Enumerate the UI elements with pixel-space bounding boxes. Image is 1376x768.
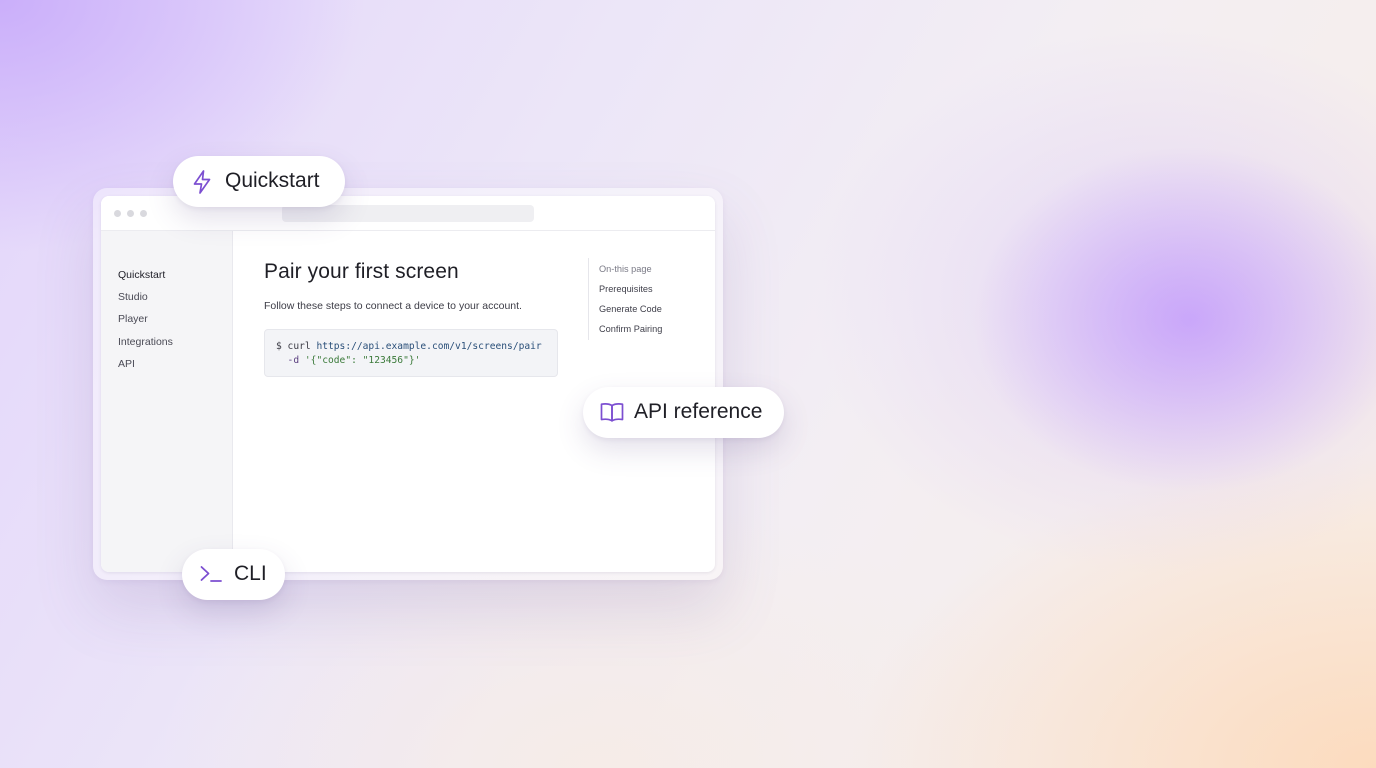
api-reference-pill[interactable]: API reference <box>583 387 784 438</box>
quickstart-pill[interactable]: Quickstart <box>173 156 345 207</box>
window-control-dot[interactable] <box>114 210 121 217</box>
table-of-contents: On-this page Prerequisites Generate Code… <box>588 258 698 340</box>
page-description: Follow these steps to connect a device t… <box>264 300 522 312</box>
sidebar-item-player[interactable]: Player <box>118 312 148 326</box>
toc-heading: On-this page <box>599 264 652 274</box>
browser-window: Quickstart Studio Player Integrations AP… <box>101 196 715 572</box>
page-title: Pair your first screen <box>264 260 459 283</box>
toc-item-prerequisites[interactable]: Prerequisites <box>599 283 653 295</box>
cli-pill[interactable]: CLI <box>182 549 285 600</box>
address-bar[interactable] <box>282 205 534 222</box>
docs-sidebar: Quickstart Studio Player Integrations AP… <box>101 231 233 572</box>
terminal-prompt-icon <box>199 563 223 585</box>
code-payload: '{"code": "123456"}' <box>304 355 421 366</box>
toc-item-generate-code[interactable]: Generate Code <box>599 303 662 315</box>
quickstart-pill-label: Quickstart <box>225 169 320 192</box>
code-url: https://api.example.com/v1/screens/pair <box>316 341 542 352</box>
code-flag: -d <box>276 355 305 366</box>
sidebar-item-api[interactable]: API <box>118 357 135 371</box>
window-control-dot[interactable] <box>140 210 147 217</box>
cli-pill-label: CLI <box>234 562 267 585</box>
lightning-bolt-icon <box>191 169 213 195</box>
code-prompt: $ curl <box>276 341 317 352</box>
sidebar-item-integrations[interactable]: Integrations <box>118 335 173 349</box>
open-book-icon <box>599 400 625 424</box>
toc-item-confirm-pairing[interactable]: Confirm Pairing <box>599 323 662 335</box>
api-reference-pill-label: API reference <box>634 400 763 423</box>
code-block[interactable]: $ curl https://api.example.com/v1/screen… <box>264 329 558 377</box>
sidebar-item-studio[interactable]: Studio <box>118 290 148 304</box>
window-control-dot[interactable] <box>127 210 134 217</box>
sidebar-item-quickstart[interactable]: Quickstart <box>118 268 165 282</box>
